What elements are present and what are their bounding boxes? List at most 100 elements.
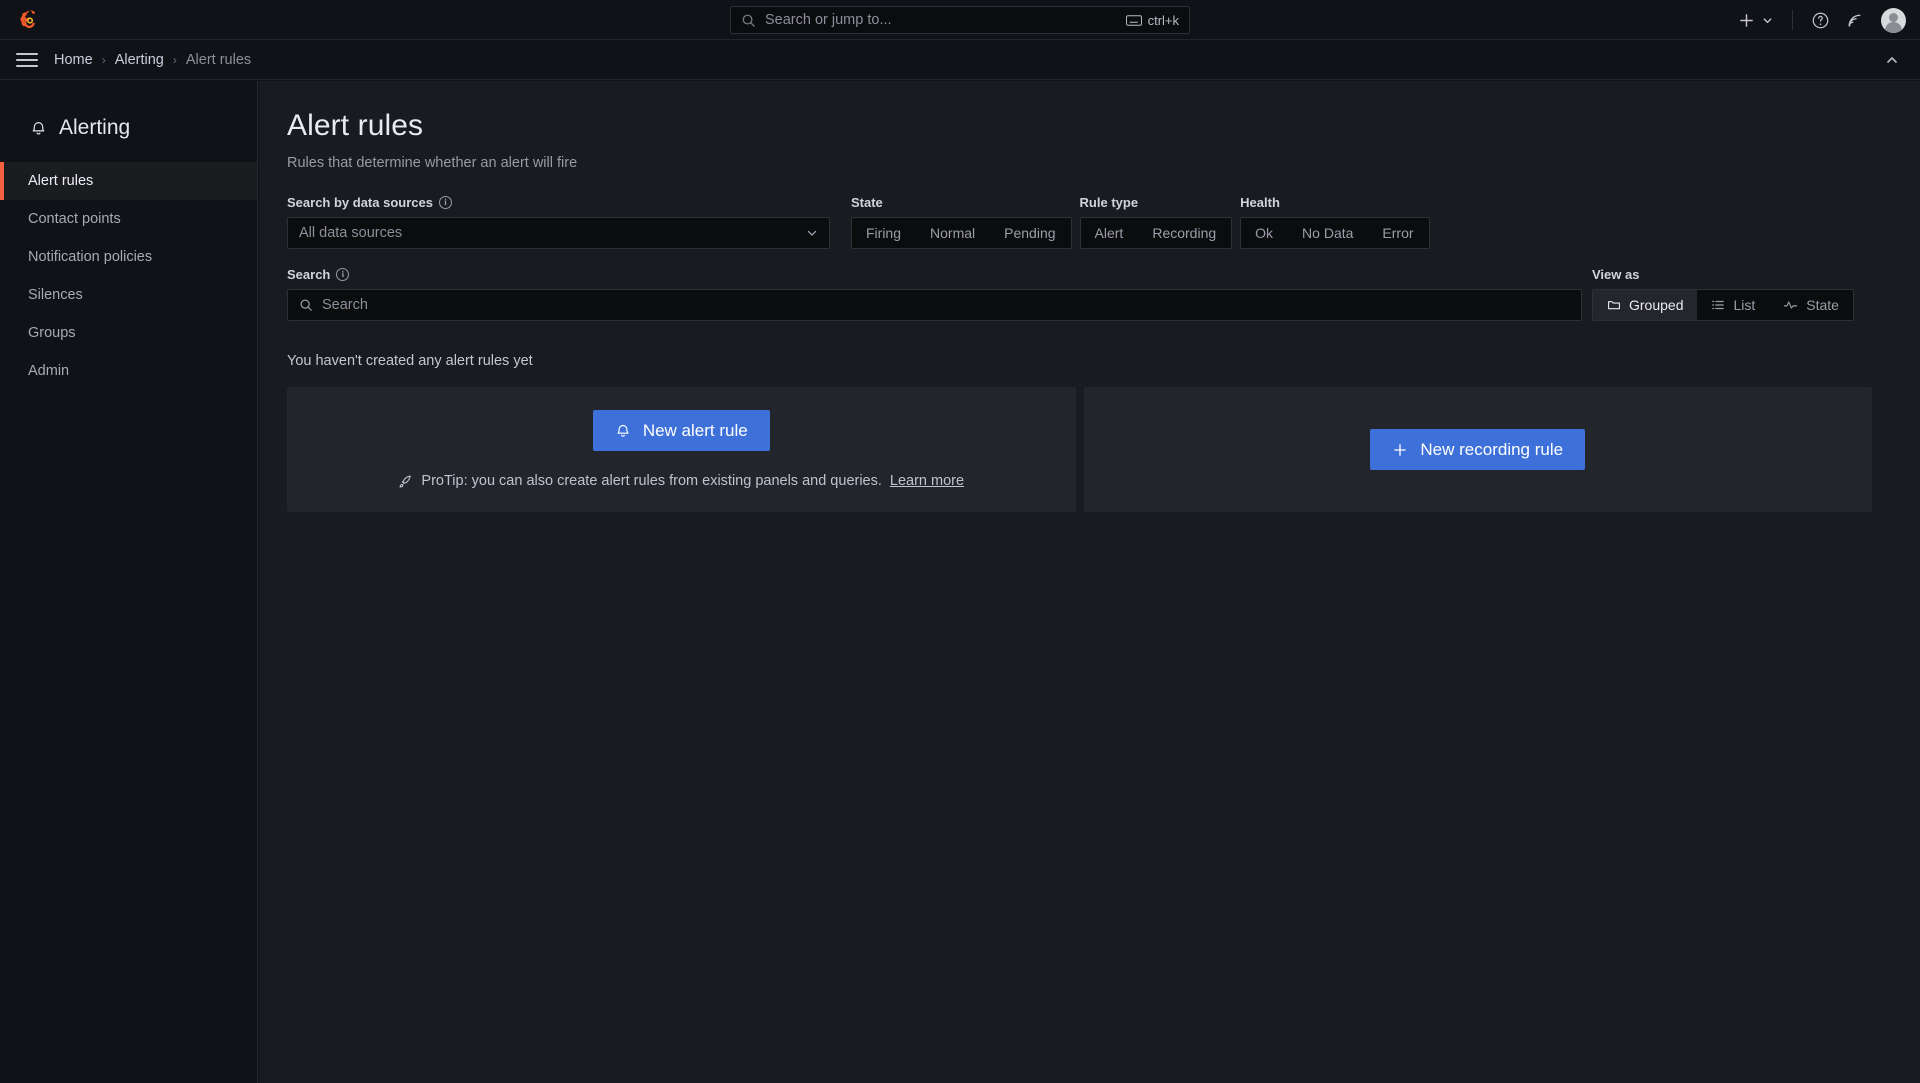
bell-icon (30, 120, 47, 137)
pulse-icon (1783, 298, 1798, 312)
search-icon (299, 298, 313, 312)
health-filter: Health Ok No Data Error (1240, 195, 1430, 249)
state-filter: State Firing Normal Pending (851, 195, 1072, 249)
view-as-list[interactable]: List (1697, 290, 1769, 320)
rule-type-radio-group: Alert Recording (1079, 217, 1233, 249)
state-option-normal[interactable]: Normal (916, 218, 990, 248)
state-radio-group: Firing Normal Pending (851, 217, 1072, 249)
search-row: Search i Search View as Grouped List Sta… (287, 267, 1872, 321)
new-alert-rule-button[interactable]: New alert rule (592, 410, 770, 451)
breadcrumb-item-alert-rules[interactable]: Alert rules (186, 52, 251, 68)
sidebar-item-admin[interactable]: Admin (0, 352, 257, 390)
hamburger-menu-icon[interactable] (16, 40, 38, 80)
top-navigation-bar: Search or jump to... ctrl+k (0, 0, 1920, 40)
search-filter-label: Search i (287, 267, 1582, 282)
global-search-input[interactable]: Search or jump to... ctrl+k (730, 6, 1190, 34)
new-alert-rule-card: New alert rule ProTip: you can also crea… (287, 387, 1076, 512)
search-icon (741, 13, 756, 28)
view-as-grouped[interactable]: Grouped (1593, 290, 1698, 320)
sidebar-item-label: Notification policies (28, 249, 153, 265)
alerting-sidebar: Alerting Alert rules Contact points Noti… (0, 81, 258, 1083)
health-option-ok[interactable]: Ok (1241, 218, 1288, 248)
rocket-icon (398, 474, 413, 489)
state-option-firing[interactable]: Firing (852, 218, 916, 248)
learn-more-link[interactable]: Learn more (890, 473, 964, 489)
view-as-list-label: List (1733, 297, 1756, 313)
empty-state-message: You haven't created any alert rules yet (287, 353, 533, 369)
sidebar-title: Alerting (0, 81, 257, 140)
sidebar-item-groups[interactable]: Groups (0, 314, 257, 352)
page-title: Alert rules (287, 109, 424, 142)
sidebar-nav: Alert rules Contact points Notification … (0, 162, 257, 390)
bell-icon (615, 423, 631, 439)
view-as-control: View as Grouped List State (1592, 267, 1854, 321)
chevron-down-icon (806, 227, 818, 239)
sidebar-item-label: Contact points (28, 211, 121, 227)
datasource-filter: Search by data sources i All data source… (287, 195, 830, 249)
sidebar-item-label: Alert rules (28, 173, 94, 189)
empty-state-cards: New alert rule ProTip: you can also crea… (287, 387, 1872, 512)
view-as-toggle-group: Grouped List State (1592, 289, 1854, 321)
rule-type-filter-label: Rule type (1079, 195, 1139, 210)
health-radio-group: Ok No Data Error (1240, 217, 1430, 249)
view-as-grouped-label: Grouped (1629, 297, 1684, 313)
topbar-actions (1734, 0, 1906, 40)
info-circle-icon[interactable]: i (336, 268, 350, 281)
new-recording-rule-button[interactable]: New recording rule (1370, 429, 1586, 470)
breadcrumb-bar: Home › Alerting › Alert rules (0, 40, 1920, 80)
chevron-down-icon (1758, 3, 1776, 37)
plus-icon (1734, 3, 1758, 37)
state-option-pending[interactable]: Pending (990, 218, 1070, 248)
rule-type-option-recording[interactable]: Recording (1138, 218, 1231, 248)
view-as-state-label: State (1806, 297, 1839, 313)
keyboard-icon (1125, 14, 1142, 26)
sidebar-title-label: Alerting (59, 116, 131, 139)
user-avatar-icon[interactable] (1871, 7, 1906, 33)
search-filter: Search i Search (287, 267, 1582, 321)
breadcrumb-separator: › (172, 52, 177, 67)
sidebar-item-contact-points[interactable]: Contact points (0, 200, 257, 238)
add-new-button[interactable] (1734, 3, 1776, 37)
grafana-logo-icon[interactable] (10, 0, 50, 40)
state-filter-label: State (851, 195, 883, 210)
datasource-select-value: All data sources (299, 225, 403, 241)
sidebar-item-silences[interactable]: Silences (0, 276, 257, 314)
datasource-select[interactable]: All data sources (287, 217, 830, 249)
new-recording-rule-card: New recording rule (1083, 387, 1872, 512)
list-icon (1711, 298, 1725, 312)
topbar-divider (1792, 10, 1793, 30)
sidebar-item-alert-rules[interactable]: Alert rules (0, 162, 257, 200)
search-shortcut-text: ctrl+k (1147, 12, 1179, 28)
health-option-error[interactable]: Error (1368, 218, 1428, 248)
view-as-state[interactable]: State (1769, 290, 1853, 320)
breadcrumb: Home › Alerting › Alert rules (54, 52, 251, 68)
datasource-label-text: Search by data sources (287, 195, 433, 210)
datasource-filter-label: Search by data sources i (287, 195, 830, 210)
chevron-up-icon[interactable] (1882, 51, 1902, 69)
search-label-text: Search (287, 267, 331, 282)
info-circle-icon[interactable]: i (438, 196, 452, 209)
sidebar-item-label: Silences (28, 287, 83, 303)
rules-search-input[interactable]: Search (287, 289, 1582, 321)
breadcrumb-item-alerting[interactable]: Alerting (115, 52, 164, 68)
sidebar-item-notification-policies[interactable]: Notification policies (0, 238, 257, 276)
protip-message: ProTip: you can also create alert rules … (421, 473, 882, 489)
rss-feed-icon[interactable] (1837, 3, 1871, 37)
help-circle-icon[interactable] (1803, 3, 1837, 37)
plus-icon (1392, 442, 1408, 458)
rule-type-filter: Rule type Alert Recording (1079, 195, 1233, 249)
rules-search-placeholder: Search (322, 297, 368, 313)
search-shortcut-hint: ctrl+k (1125, 12, 1179, 28)
sidebar-item-label: Admin (28, 363, 70, 379)
rule-type-option-alert[interactable]: Alert (1081, 218, 1139, 248)
main-content: Alert rules Rules that determine whether… (259, 81, 1920, 1083)
page-subtitle: Rules that determine whether an alert wi… (287, 155, 578, 171)
view-as-label: View as (1592, 267, 1640, 282)
health-option-no-data[interactable]: No Data (1288, 218, 1368, 248)
new-recording-rule-button-label: New recording rule (1420, 439, 1564, 459)
breadcrumb-separator: › (101, 52, 106, 67)
protip-text: ProTip: you can also create alert rules … (398, 473, 964, 489)
health-filter-label: Health (1240, 195, 1280, 210)
filters-row: Search by data sources i All data source… (287, 195, 1872, 249)
breadcrumb-item-home[interactable]: Home (54, 52, 93, 68)
